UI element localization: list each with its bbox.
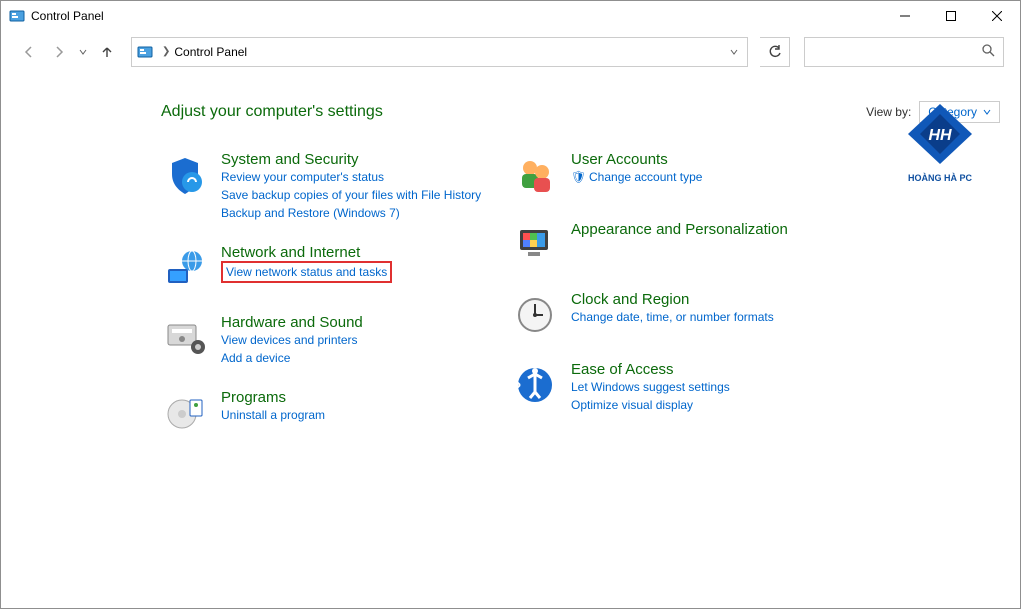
content: Adjust your computer's settings View by:… bbox=[1, 71, 1020, 608]
category-title-link[interactable]: Programs bbox=[221, 389, 286, 406]
category-ease-of-access: Ease of AccessLet Windows suggest settin… bbox=[511, 361, 851, 414]
back-button[interactable] bbox=[17, 40, 41, 64]
system-and-security-icon bbox=[161, 151, 209, 199]
left-column: System and SecurityReview your computer'… bbox=[161, 151, 501, 459]
chevron-right-icon: ❯ bbox=[162, 46, 170, 57]
category-appearance-and-personalization: Appearance and Personalization bbox=[511, 221, 851, 269]
category-clock-and-region: Clock and RegionChange date, time, or nu… bbox=[511, 291, 851, 339]
category-link[interactable]: Let Windows suggest settings bbox=[571, 378, 851, 396]
category-user-accounts: User AccountsChange account type bbox=[511, 151, 851, 199]
category-title-link[interactable]: Hardware and Sound bbox=[221, 314, 363, 331]
category-title-link[interactable]: Clock and Region bbox=[571, 291, 689, 308]
user-accounts-icon bbox=[511, 151, 559, 199]
page-title: Adjust your computer's settings bbox=[161, 103, 383, 121]
category-link[interactable]: Save backup copies of your files with Fi… bbox=[221, 186, 501, 204]
category-body: Network and InternetView network status … bbox=[221, 244, 501, 283]
category-title-link[interactable]: System and Security bbox=[221, 151, 359, 168]
category-body: Clock and RegionChange date, time, or nu… bbox=[571, 291, 851, 326]
right-column: User AccountsChange account type Appearan… bbox=[511, 151, 851, 459]
category-title-link[interactable]: Appearance and Personalization bbox=[571, 221, 788, 238]
category-link[interactable]: Add a device bbox=[221, 349, 501, 367]
window-controls bbox=[882, 1, 1020, 31]
category-hardware-and-sound: Hardware and SoundView devices and print… bbox=[161, 314, 501, 367]
category-body: Hardware and SoundView devices and print… bbox=[221, 314, 501, 367]
category-link[interactable]: View network status and tasks bbox=[221, 261, 392, 283]
category-link[interactable]: View devices and printers bbox=[221, 331, 501, 349]
address-bar[interactable]: ❯ Control Panel bbox=[131, 37, 748, 67]
control-panel-icon bbox=[136, 43, 154, 61]
hardware-and-sound-icon bbox=[161, 314, 209, 362]
titlebar: Control Panel bbox=[1, 1, 1020, 31]
window-title: Control Panel bbox=[31, 9, 104, 23]
appearance-and-personalization-icon bbox=[511, 221, 559, 269]
category-link[interactable]: Review your computer's status bbox=[221, 168, 501, 186]
search-input[interactable] bbox=[804, 37, 1004, 67]
address-dropdown[interactable] bbox=[725, 48, 743, 56]
category-title-link[interactable]: Network and Internet bbox=[221, 244, 360, 261]
network-and-internet-icon bbox=[161, 244, 209, 292]
control-panel-icon bbox=[9, 8, 25, 24]
brand-logo: HH HOÀNG HÀ PC bbox=[890, 91, 990, 191]
category-link[interactable]: Change account type bbox=[589, 168, 851, 186]
category-body: System and SecurityReview your computer'… bbox=[221, 151, 501, 222]
minimize-button[interactable] bbox=[882, 1, 928, 31]
refresh-button[interactable] bbox=[760, 37, 790, 67]
clock-and-region-icon bbox=[511, 291, 559, 339]
category-link[interactable]: Backup and Restore (Windows 7) bbox=[221, 204, 501, 222]
category-body: Appearance and Personalization bbox=[571, 221, 851, 238]
programs-icon bbox=[161, 389, 209, 437]
category-title-link[interactable]: User Accounts bbox=[571, 151, 668, 168]
forward-button[interactable] bbox=[47, 40, 71, 64]
category-body: Ease of AccessLet Windows suggest settin… bbox=[571, 361, 851, 414]
close-button[interactable] bbox=[974, 1, 1020, 31]
category-link[interactable]: Optimize visual display bbox=[571, 396, 851, 414]
category-network-and-internet: Network and InternetView network status … bbox=[161, 244, 501, 292]
svg-text:HH: HH bbox=[928, 127, 952, 144]
maximize-button[interactable] bbox=[928, 1, 974, 31]
category-system-and-security: System and SecurityReview your computer'… bbox=[161, 151, 501, 222]
category-link[interactable]: Uninstall a program bbox=[221, 406, 501, 424]
logo-text: HOÀNG HÀ PC bbox=[908, 173, 972, 183]
header-row: Adjust your computer's settings View by:… bbox=[161, 101, 1000, 123]
category-title-link[interactable]: Ease of Access bbox=[571, 361, 674, 378]
category-body: ProgramsUninstall a program bbox=[221, 389, 501, 424]
categories-grid: System and SecurityReview your computer'… bbox=[161, 151, 1000, 459]
breadcrumb[interactable]: Control Panel bbox=[174, 45, 247, 59]
up-button[interactable] bbox=[95, 40, 119, 64]
category-programs: ProgramsUninstall a program bbox=[161, 389, 501, 437]
category-link[interactable]: Change date, time, or number formats bbox=[571, 308, 851, 326]
toolbar: ❯ Control Panel bbox=[1, 31, 1020, 71]
category-body: User AccountsChange account type bbox=[571, 151, 851, 186]
ease-of-access-icon bbox=[511, 361, 559, 409]
recent-dropdown[interactable] bbox=[77, 40, 89, 64]
search-icon bbox=[981, 43, 995, 60]
